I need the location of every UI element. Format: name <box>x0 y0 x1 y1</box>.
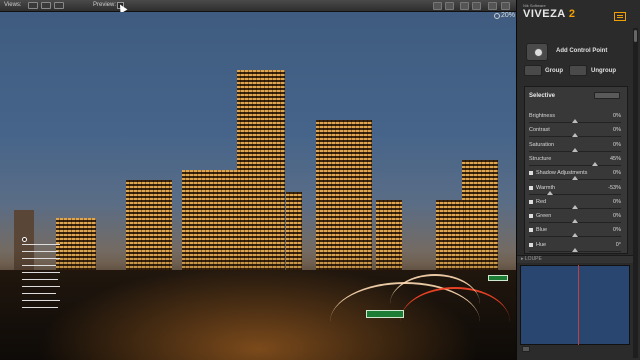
slider-blue[interactable]: Blue 0% <box>529 227 621 241</box>
move-tool-icon[interactable] <box>433 2 442 10</box>
split-view-button[interactable] <box>41 2 51 9</box>
add-control-point-button[interactable]: Add Control Point <box>556 48 607 54</box>
slider-thumb[interactable] <box>572 247 578 252</box>
add-control-point-icon[interactable] <box>526 43 548 61</box>
info-icon[interactable] <box>488 2 497 10</box>
views-label: Views: <box>4 2 22 8</box>
zoom-in-icon[interactable] <box>460 2 469 10</box>
hand-tool-icon[interactable] <box>445 2 454 10</box>
side-by-side-view-button[interactable] <box>54 2 64 9</box>
selective-title: Selective <box>529 93 556 99</box>
brand-product: VIVEZA 2 <box>523 8 576 20</box>
loupe-toggle-icon[interactable] <box>501 2 510 10</box>
slider-brightness[interactable]: Brightness 0% <box>529 113 621 127</box>
control-point-slider[interactable] <box>22 272 60 273</box>
slider-shadow-adjustments-checkbox[interactable] <box>529 171 533 176</box>
slider-label: Shadow Adjustments <box>536 170 588 177</box>
slider-value: 0% <box>613 113 621 119</box>
slider-thumb[interactable] <box>572 147 578 152</box>
slider-track[interactable] <box>529 164 621 166</box>
slider-hue-checkbox[interactable] <box>529 242 533 247</box>
slider-hue[interactable]: Hue 0° <box>529 242 621 256</box>
slider-thumb[interactable] <box>572 176 578 181</box>
control-point-slider[interactable] <box>22 265 56 266</box>
slider-label: Red <box>536 198 547 205</box>
slider-red[interactable]: Red 0% <box>529 199 621 213</box>
single-view-button[interactable] <box>28 2 38 9</box>
zoom-out-icon[interactable] <box>472 2 481 10</box>
slider-label: Contrast <box>529 127 550 134</box>
slider-thumb[interactable] <box>572 119 578 123</box>
highway-sign <box>366 310 404 318</box>
slider-label: Brightness <box>529 113 555 119</box>
control-point-handle[interactable] <box>22 237 27 242</box>
slider-value: 0% <box>613 213 621 220</box>
zoom-level[interactable]: 20% <box>501 12 515 19</box>
slider-value: 0% <box>613 227 621 234</box>
control-point-slider[interactable] <box>22 286 60 287</box>
slider-label: Green <box>536 213 552 220</box>
slider-green-checkbox[interactable] <box>529 214 533 219</box>
slider-shadow-adjustments[interactable]: Shadow Adjustments 0% <box>529 170 621 184</box>
loupe-split-line <box>578 265 579 345</box>
product-name: VIVEZA <box>523 8 566 20</box>
slider-value: 0% <box>613 198 621 205</box>
slider-structure[interactable]: Structure 45% <box>529 156 621 170</box>
slider-value: 0% <box>613 141 621 148</box>
slider-green[interactable]: Green 0% <box>529 213 621 227</box>
preview-label: Preview: <box>93 2 117 8</box>
control-point-slider[interactable] <box>22 279 58 280</box>
slider-value: 0% <box>613 170 621 177</box>
slider-thumb[interactable] <box>572 204 578 209</box>
slider-thumb[interactable] <box>547 190 554 195</box>
slider-label: Saturation <box>529 141 555 148</box>
slider-warmth-checkbox[interactable] <box>529 185 533 190</box>
ungroup-button[interactable]: Ungroup <box>591 68 616 74</box>
loupe-title: LOUPE <box>524 256 542 262</box>
light-trail <box>390 274 480 334</box>
slider-value: 0% <box>613 127 621 134</box>
product-version: 2 <box>568 8 576 20</box>
zoom-icon <box>494 13 500 19</box>
group-button[interactable]: Group <box>545 68 563 74</box>
slider-saturation[interactable]: Saturation 0% <box>529 142 621 156</box>
slider-blue-checkbox[interactable] <box>529 228 533 233</box>
control-point-slider[interactable] <box>22 244 60 245</box>
ungroup-icon[interactable] <box>569 65 587 76</box>
slider-value: -53% <box>608 184 621 191</box>
group-icon[interactable] <box>524 65 542 76</box>
control-point-slider[interactable] <box>22 293 56 294</box>
slider-track[interactable] <box>529 193 621 195</box>
loupe-options-icon[interactable] <box>522 346 530 352</box>
slider-label: Hue <box>536 241 547 248</box>
image-preview[interactable] <box>0 12 516 360</box>
loupe-view <box>520 265 630 345</box>
slider-contrast[interactable]: Contrast 0% <box>529 127 621 141</box>
slider-label: Structure <box>529 155 552 162</box>
loupe-label: ▸ LOUPE <box>521 256 542 262</box>
slider-value: 0° <box>615 241 621 248</box>
slider-value: 45% <box>609 155 621 162</box>
control-point-slider[interactable] <box>22 300 60 301</box>
selective-reset-button[interactable] <box>594 92 620 99</box>
slider-label: Blue <box>536 227 548 234</box>
highway-sign <box>488 275 508 281</box>
slider-thumb[interactable] <box>572 233 578 238</box>
panel-menu-icon[interactable] <box>614 12 626 21</box>
slider-thumb[interactable] <box>592 161 599 166</box>
slider-red-checkbox[interactable] <box>529 199 533 204</box>
control-point-slider[interactable] <box>22 258 60 259</box>
slider-warmth[interactable]: Warmth -53% <box>529 185 621 199</box>
slider-thumb[interactable] <box>572 133 578 138</box>
scrollbar-thumb[interactable] <box>634 30 637 42</box>
control-point-slider[interactable] <box>22 307 58 308</box>
viveza-window: Views: Preview: 20% Nik Software VIVEZA … <box>0 0 640 360</box>
control-point-slider[interactable] <box>22 251 58 252</box>
panel-scrollbar[interactable] <box>633 28 638 358</box>
slider-thumb[interactable] <box>572 219 578 224</box>
control-point-sliders[interactable] <box>22 237 62 312</box>
